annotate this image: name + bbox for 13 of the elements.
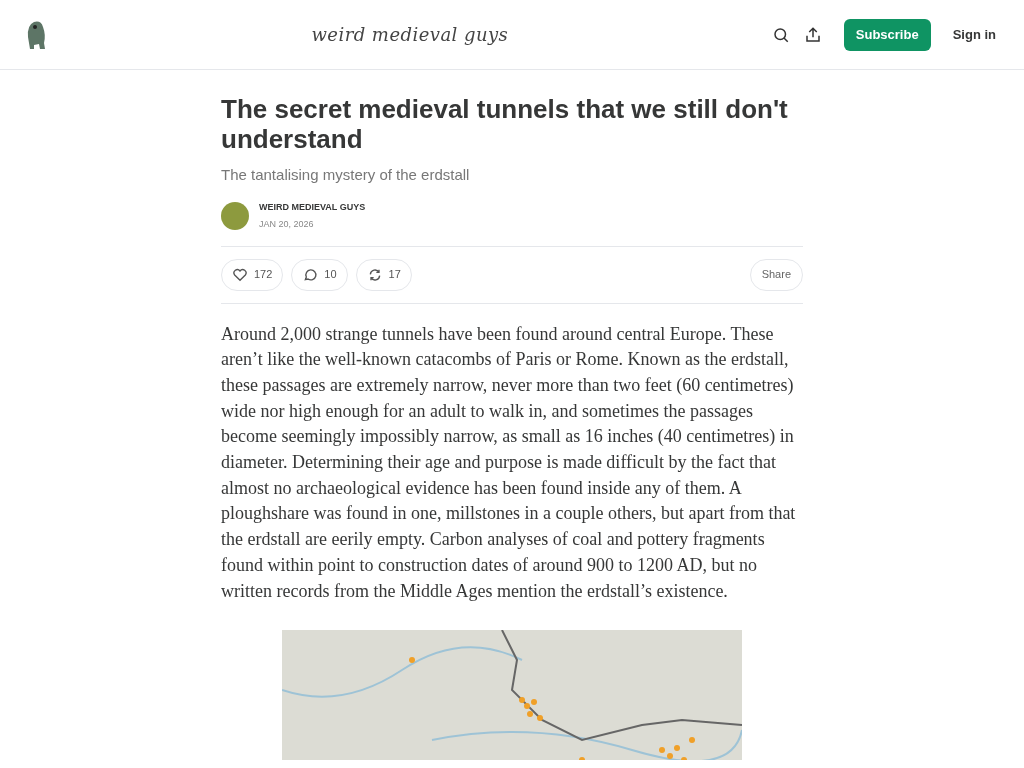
heart-icon	[232, 266, 248, 283]
author-name[interactable]: WEIRD MEDIEVAL GUYS	[259, 200, 366, 214]
post-title: The secret medieval tunnels that we still don't understand	[221, 94, 789, 154]
search-icon[interactable]	[771, 25, 790, 44]
post-date: JAN 20, 2026	[259, 218, 315, 231]
publication-logo[interactable]: weird medieval guys	[311, 21, 509, 48]
article-paragraph: Around 2,000 strange tunnels have been found around central Europe. These aren’t like the well-known catacombs of Paris or Rome. Known as the erdstall, these passages are extremely narrow, never more than two feet (60 centimetres) wide nor high enough for an adult to walk in, and sometimes the passages become seemingly impossibly narrow, as small as 16 inches (40 centimetres) in diameter. Determining their age and purpose is made difficult by the fact that almost no archaeological evidence has been found inside any of them. A ploughshare was found in one, millstones in a couple others, but apart from that the erdstall are eerily empty. Carbon analyses of coal and pottery fragments found within point to construction dates of around 900 to 1200 AD, but no written records from the Middle Ages mention the erdstall’s existence.	[221, 322, 797, 603]
author-avatar[interactable]	[221, 202, 249, 230]
subscribe-button[interactable]: Subscribe	[843, 18, 931, 51]
post-subtitle: The tantalising mystery of the erdstall	[221, 165, 471, 185]
sign-in-link[interactable]: Sign in	[948, 24, 1000, 45]
share-icon[interactable]	[803, 25, 822, 44]
speech-bubble-icon	[302, 266, 319, 283]
